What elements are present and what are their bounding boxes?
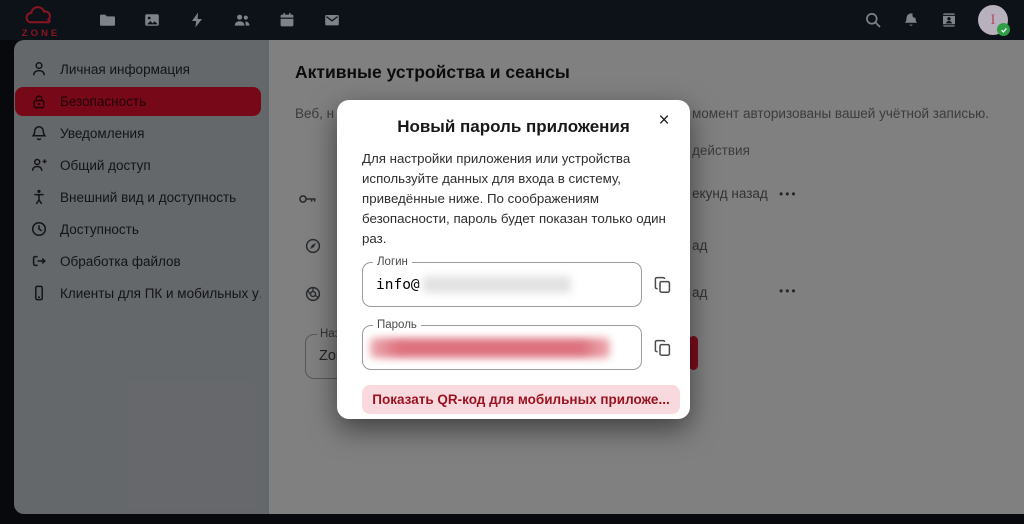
avatar-initial: I — [991, 12, 996, 29]
activity-icon[interactable] — [188, 11, 206, 29]
mail-icon[interactable] — [323, 11, 341, 29]
search-icon[interactable] — [864, 11, 882, 29]
photos-icon[interactable] — [143, 11, 161, 29]
topbar-right: I — [864, 5, 1008, 35]
contacts-icon[interactable] — [233, 11, 251, 29]
login-redacted-blur — [423, 276, 571, 293]
dialog-title: Новый пароль приложения — [337, 117, 690, 137]
online-status-badge — [997, 23, 1010, 36]
close-icon[interactable]: × — [652, 109, 676, 133]
dialog-description: Для настройки приложения или устройства … — [362, 149, 666, 249]
files-icon[interactable] — [98, 11, 116, 29]
topbar: ZONE I — [0, 0, 1024, 40]
contact-card-icon[interactable] — [940, 11, 958, 29]
calendar-icon[interactable] — [278, 11, 296, 29]
logo-wordmark: ZONE — [22, 28, 60, 39]
password-field-label: Пароль — [373, 318, 421, 333]
zone-logo[interactable]: ZONE — [14, 3, 68, 39]
copy-password-icon[interactable] — [651, 336, 675, 360]
login-field-value: info@ — [376, 277, 420, 293]
login-field-label: Логин — [373, 255, 412, 270]
login-field[interactable]: Логин info@ — [362, 262, 642, 307]
copy-login-icon[interactable] — [651, 273, 675, 297]
notifications-bell-icon[interactable] — [902, 11, 920, 29]
show-qr-code-button[interactable]: Показать QR-код для мобильных приложе... — [362, 385, 680, 414]
cloud-logo-icon — [19, 3, 63, 30]
password-redacted-blur — [370, 338, 610, 358]
password-field[interactable]: Пароль — [362, 325, 642, 370]
new-app-password-dialog: Новый пароль приложения × Для настройки … — [337, 100, 690, 419]
topbar-nav — [98, 11, 341, 29]
user-avatar[interactable]: I — [978, 5, 1008, 35]
